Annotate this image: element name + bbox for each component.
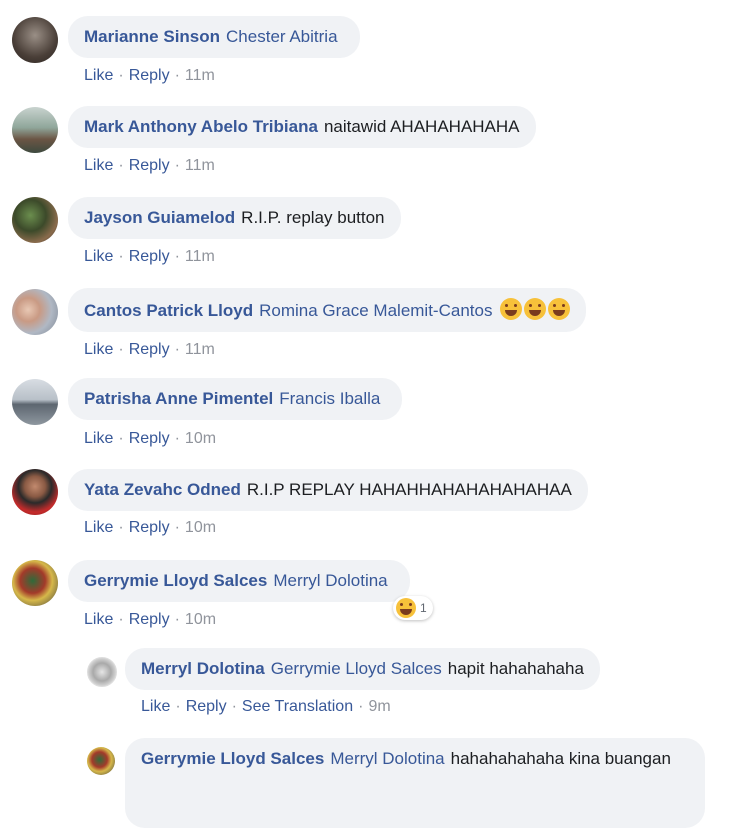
avatar[interactable]	[12, 107, 58, 153]
reaction-count: 1	[420, 601, 427, 615]
comment-text: hapit hahahahaha	[447, 659, 584, 678]
laughing-emoji-icon	[524, 298, 547, 320]
reply-link[interactable]: Reply	[129, 67, 170, 84]
like-link[interactable]: Like	[84, 67, 113, 84]
avatar[interactable]	[12, 289, 58, 335]
comment-time[interactable]: 11m	[185, 248, 215, 265]
haha-reaction-icon	[396, 598, 416, 618]
comment-text: naitawid AHAHAHAHAHA	[323, 117, 520, 136]
reply-bubble: Merryl Dolotina Gerrymie Lloyd Salces hapi…	[125, 648, 600, 690]
comment-mention[interactable]: Romina Grace Malemit-Cantos	[259, 301, 492, 320]
comment-bubble: Jayson Guiamelod R.I.P. replay button	[68, 197, 401, 239]
comment-actions: Like · Reply · 10m	[84, 519, 217, 536]
reply-link[interactable]: Reply	[129, 430, 170, 447]
comment-bubble: Patrisha Anne Pimentel Francis Iballa	[68, 378, 403, 420]
comment-author[interactable]: Yata Zevahc Odned	[84, 480, 241, 499]
comment-author[interactable]: Merryl Dolotina	[141, 659, 265, 678]
see-translation-link[interactable]: See Translation	[242, 698, 353, 715]
comment-mention[interactable]: Francis Iballa	[279, 389, 380, 408]
comment-mention[interactable]: Merryl Dolotina	[330, 749, 444, 768]
like-link[interactable]: Like	[141, 698, 170, 715]
reply-link[interactable]: Reply	[186, 698, 227, 715]
avatar[interactable]	[12, 17, 58, 63]
avatar[interactable]	[12, 379, 58, 425]
comment-author[interactable]: Patrisha Anne Pimentel	[84, 389, 273, 408]
comment-mention[interactable]: Chester Abitria	[226, 27, 338, 46]
comment-author[interactable]: Jayson Guiamelod	[84, 208, 235, 227]
comment-time[interactable]: 10m	[185, 519, 216, 536]
avatar[interactable]	[12, 560, 58, 606]
comment-mention[interactable]: Merryl Dolotina	[273, 571, 387, 590]
comment-author[interactable]: Mark Anthony Abelo Tribiana	[84, 117, 318, 136]
reaction-count-badge[interactable]: 1	[393, 596, 433, 620]
like-link[interactable]: Like	[84, 248, 113, 265]
avatar[interactable]	[87, 657, 117, 687]
comment-mention[interactable]: Gerrymie Lloyd Salces	[271, 659, 442, 678]
laughing-emoji-icon	[500, 298, 523, 320]
comment-text: hahahahahaha kina buangan	[450, 749, 671, 768]
reply-link[interactable]: Reply	[129, 611, 170, 628]
like-link[interactable]: Like	[84, 430, 113, 447]
reply-link[interactable]: Reply	[129, 341, 170, 358]
comment-actions: Like · Reply · 10m	[84, 430, 217, 447]
comment-bubble: Mark Anthony Abelo Tribiana naitawid AHAH…	[68, 106, 536, 148]
comment-actions: Like · Reply · 11m	[84, 341, 215, 358]
reply-link[interactable]: Reply	[129, 248, 170, 265]
comment-time[interactable]: 11m	[185, 157, 215, 174]
comment-time[interactable]: 11m	[185, 67, 215, 84]
like-link[interactable]: Like	[84, 611, 113, 628]
like-link[interactable]: Like	[84, 341, 113, 358]
comment-actions: Like · Reply · 11m	[84, 67, 215, 84]
reply-bubble: Gerrymie Lloyd Salces Merryl Dolotina haha…	[125, 738, 705, 828]
comment-actions: Like · Reply · 11m	[84, 157, 215, 174]
like-link[interactable]: Like	[84, 519, 113, 536]
like-link[interactable]: Like	[84, 157, 113, 174]
reply-link[interactable]: Reply	[129, 519, 170, 536]
comment-actions: Like · Reply · See Translation · 9m	[141, 698, 391, 715]
comment-time[interactable]: 10m	[185, 430, 216, 447]
reply-link[interactable]: Reply	[129, 157, 170, 174]
comment-text: R.I.P REPLAY HAHAHHAHAHAHAHAHAA	[246, 480, 572, 499]
avatar[interactable]	[12, 469, 58, 515]
laughing-emoji-icon	[548, 298, 571, 320]
comment-actions: Like · Reply · 11m	[84, 248, 215, 265]
comment-author[interactable]: Gerrymie Lloyd Salces	[141, 749, 324, 768]
comment-bubble: Cantos Patrick Lloyd Romina Grace Malemit…	[68, 288, 587, 332]
avatar[interactable]	[12, 197, 58, 243]
comment-time[interactable]: 10m	[185, 611, 216, 628]
comment-time[interactable]: 11m	[185, 341, 215, 358]
comment-bubble: Marianne Sinson Chester Abitria	[68, 16, 360, 58]
comment-author[interactable]: Gerrymie Lloyd Salces	[84, 571, 267, 590]
comment-author[interactable]: Cantos Patrick Lloyd	[84, 301, 253, 320]
comment-author[interactable]: Marianne Sinson	[84, 27, 220, 46]
comment-text: R.I.P. replay button	[241, 208, 385, 227]
comment-bubble: Gerrymie Lloyd Salces Merryl Dolotina	[68, 560, 410, 602]
comment-bubble: Yata Zevahc Odned R.I.P REPLAY HAHAHHAHAH…	[68, 469, 588, 511]
avatar[interactable]	[87, 747, 115, 775]
comment-time[interactable]: 9m	[368, 698, 390, 715]
comment-actions: Like · Reply · 10m	[84, 611, 217, 628]
